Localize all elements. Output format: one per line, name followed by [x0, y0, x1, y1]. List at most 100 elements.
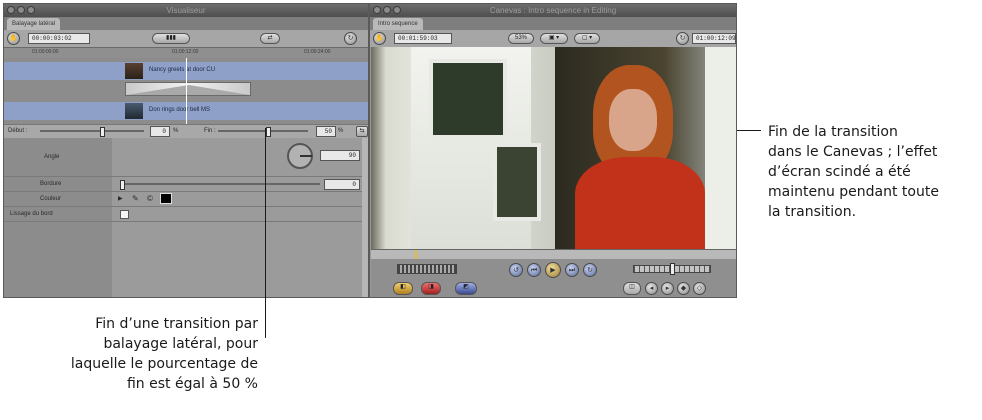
param-angle-label: Angle	[44, 154, 60, 160]
next-edit-icon[interactable]: ⏭	[565, 263, 579, 277]
door-window	[429, 59, 507, 139]
canvas-tabstrip: Intro sequence	[370, 17, 736, 30]
match-frame-button[interactable]: ◫	[623, 282, 641, 295]
door-window-lower	[493, 143, 541, 221]
ruler-label-2: 01:00:12:00	[172, 49, 199, 55]
canvas-titlebar[interactable]: Canevas : Intro sequence in Editing	[370, 4, 736, 17]
jog-thumb[interactable]	[670, 263, 675, 275]
viewer-window: Visualiseur Balayage latéral ✋ 00:00:03:…	[3, 3, 369, 298]
feather-checkbox[interactable]	[120, 210, 129, 219]
end-unit: %	[338, 128, 344, 134]
end-slider-thumb[interactable]	[266, 127, 271, 137]
border-field[interactable]: 0	[324, 179, 360, 190]
eyedropper-icon[interactable]: ✎	[132, 194, 139, 203]
loop-icon[interactable]: ↻	[676, 32, 689, 45]
right-annotation-line-5: la transition.	[768, 204, 857, 220]
previous-edit-icon[interactable]: ⏮	[527, 263, 541, 277]
canvas-title: Canevas : Intro sequence in Editing	[489, 6, 617, 15]
color-swatch[interactable]	[160, 193, 172, 204]
bottom-annotation: Fin d’une transition par balayage latéra…	[0, 314, 258, 394]
zoom-icon[interactable]	[27, 6, 35, 14]
overwrite-button[interactable]: ◨	[421, 282, 441, 295]
close-icon[interactable]	[373, 6, 381, 14]
canvas-timecode-current[interactable]: 01:00:12:09	[692, 33, 736, 44]
play-icon[interactable]: ▶	[545, 262, 561, 278]
insert-button[interactable]: ◧	[393, 282, 413, 295]
clip-a-name: Nancy greets at door CU	[149, 67, 216, 73]
transition-bar[interactable]	[125, 82, 251, 96]
canvas-timecode-duration[interactable]: 00:01:59:03	[394, 33, 452, 44]
transition-alignment-buttons[interactable]: ▮▮▮	[152, 33, 190, 44]
bottom-annotation-line-1: Fin d’une transition par	[95, 316, 258, 332]
start-end-row: Début : 0 % Fin : 50 % ⇆	[4, 124, 368, 138]
canvas-toolbar: ✋ 00:01:59:03 53% ▣ ▾ ▢ ▾ ↻ 01:00:12:09	[370, 30, 736, 47]
shuttle-control[interactable]	[397, 264, 457, 274]
border-slider-thumb[interactable]	[120, 180, 125, 190]
video-frame	[371, 47, 736, 249]
jog-control[interactable]	[633, 263, 711, 275]
end-label: Fin :	[204, 128, 216, 134]
right-annotation: Fin de la transition dans le Canevas ; l…	[768, 122, 978, 222]
bottom-annotation-line-2: balayage latéral, pour	[103, 336, 258, 352]
viewer-titlebar[interactable]: Visualiseur	[4, 4, 368, 17]
start-slider-thumb[interactable]	[100, 127, 105, 137]
disclosure-triangle-icon[interactable]: ▶	[118, 195, 123, 202]
param-border-label: Bordure	[40, 181, 62, 187]
zoom-popup[interactable]: 53%	[508, 33, 534, 44]
video-left-half	[371, 47, 555, 249]
add-keyframe-icon[interactable]: ◇	[693, 282, 706, 295]
angle-field[interactable]: 90	[320, 150, 360, 161]
swap-button[interactable]: ⇆	[356, 126, 368, 137]
play-in-to-out-icon[interactable]: ↺	[509, 263, 523, 277]
recent-clips-icon[interactable]: ↻	[344, 32, 357, 45]
end-field[interactable]: 50	[316, 126, 336, 137]
tab-sequence[interactable]: Intro sequence	[373, 18, 423, 30]
start-slider[interactable]	[40, 127, 144, 137]
transport-bar: ↺ ⏮ ▶ ⏭ ↻ ◧ ◨ ◩ ◫ ◂ ▸ ◆ ◇	[371, 259, 736, 297]
mark-out-icon[interactable]: ▸	[661, 282, 674, 295]
ruler-label-1: 01:00:00:00	[32, 49, 59, 55]
replace-button[interactable]: ◩	[455, 282, 477, 295]
zoom-icon[interactable]	[393, 6, 401, 14]
add-marker-icon[interactable]: ◆	[677, 282, 690, 295]
viewer-tabstrip: Balayage latéral	[4, 17, 368, 30]
param-row-feather: Lissage du bord	[4, 207, 368, 222]
duration-timecode[interactable]: 00:00:03:02	[28, 33, 90, 44]
bottom-callout-line	[265, 128, 266, 338]
play-around-icon[interactable]: ↻	[583, 263, 597, 277]
tab-transition[interactable]: Balayage latéral	[7, 18, 61, 30]
drag-hand-icon[interactable]: ✋	[373, 32, 386, 45]
right-annotation-line-2: dans le Canevas ; l’effet	[768, 144, 938, 160]
ruler-label-3: 01:00:24:00	[304, 49, 331, 55]
border-slider[interactable]	[120, 180, 320, 190]
angle-dial[interactable]	[287, 143, 313, 169]
canvas-window: Canevas : Intro sequence in Editing Intr…	[369, 3, 737, 298]
start-field[interactable]: 0	[150, 126, 170, 137]
bottom-annotation-line-4: fin est égal à 50 %	[126, 376, 258, 392]
right-callout-line	[737, 130, 761, 131]
params-scrollbar[interactable]	[362, 138, 368, 297]
start-unit: %	[173, 128, 179, 134]
angle-dial-needle	[300, 155, 312, 157]
viewer-toolbar: ✋ 00:00:03:02 ▮▮▮ ⇄ ↻	[4, 30, 368, 47]
transition-ramp-icon	[126, 85, 250, 95]
transition-track-area: Nancy greets at door CU Don rings door b…	[4, 58, 368, 124]
right-annotation-line-4: maintenu pendant toute	[768, 184, 939, 200]
minimize-icon[interactable]	[17, 6, 25, 14]
viewer-title: Visualiseur	[166, 6, 206, 15]
color-picker-icon[interactable]: ©	[147, 194, 153, 203]
view-popup[interactable]: ▣ ▾	[540, 33, 568, 44]
param-row-border: Bordure 0	[4, 177, 368, 192]
param-color-label: Couleur	[40, 196, 62, 202]
clip-b-name: Don rings door bell MS	[149, 107, 211, 113]
mark-in-icon[interactable]: ◂	[645, 282, 658, 295]
minimize-icon[interactable]	[383, 6, 391, 14]
drag-hand-icon[interactable]: ✋	[7, 32, 20, 45]
param-row-color: Couleur ▶ ✎ ©	[4, 192, 368, 207]
reverse-button[interactable]: ⇄	[260, 33, 280, 44]
clip-b-thumbnail	[125, 103, 143, 119]
playhead[interactable]	[186, 58, 187, 124]
close-icon[interactable]	[7, 6, 15, 14]
end-slider[interactable]	[218, 127, 308, 137]
display-popup[interactable]: ▢ ▾	[574, 33, 600, 44]
